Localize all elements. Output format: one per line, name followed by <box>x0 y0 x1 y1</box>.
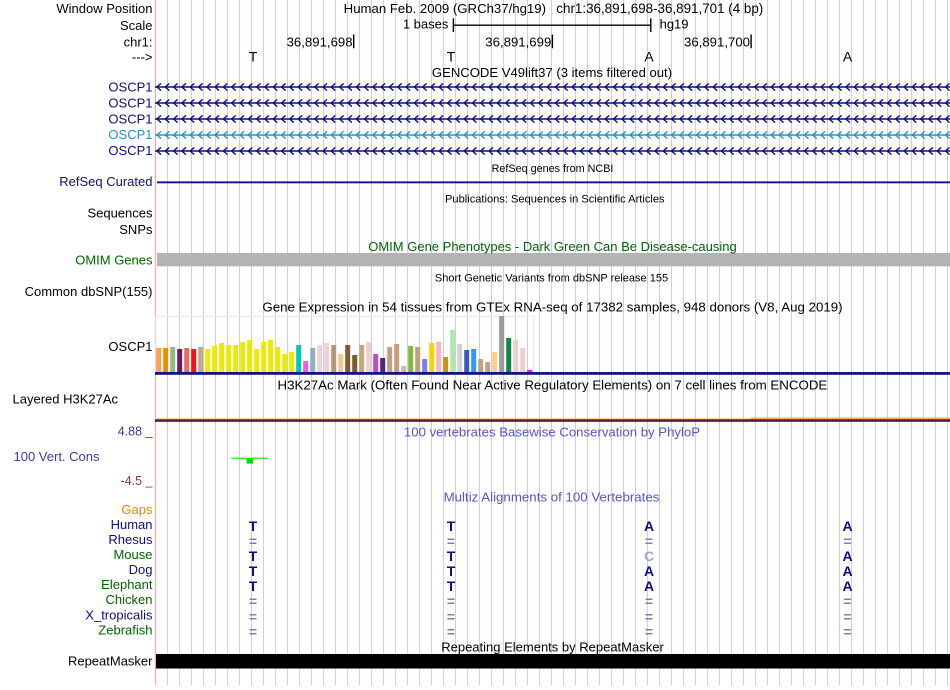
svg-text:A: A <box>842 518 852 534</box>
svg-text:=: = <box>843 593 851 609</box>
svg-text:OMIM Gene Phenotypes - Dark Gr: OMIM Gene Phenotypes - Dark Green Can Be… <box>368 239 737 254</box>
svg-text:=: = <box>447 609 455 625</box>
svg-text:Multiz Alignments of 100 Verte: Multiz Alignments of 100 Vertebrates <box>444 490 660 505</box>
svg-text:T: T <box>447 548 456 564</box>
svg-text:=: = <box>645 609 653 625</box>
svg-text:T: T <box>249 578 258 594</box>
svg-text:A: A <box>644 48 654 64</box>
svg-text:Publications: Sequences in Sci: Publications: Sequences in Scientific Ar… <box>445 194 665 206</box>
svg-text:1 bases: 1 bases <box>403 17 449 32</box>
svg-text:=: = <box>249 624 257 640</box>
svg-text:=: = <box>447 533 455 549</box>
svg-text:100 Vert. Cons: 100 Vert. Cons <box>14 449 100 464</box>
svg-text:=: = <box>447 624 455 640</box>
svg-text:chr1:: chr1: <box>124 34 153 49</box>
svg-text:36,891,698: 36,891,698 <box>287 34 353 49</box>
svg-text:Mouse: Mouse <box>113 547 152 562</box>
svg-text:Short Genetic Variants from db: Short Genetic Variants from dbSNP releas… <box>435 273 668 285</box>
svg-text:Zebrafish: Zebrafish <box>98 623 152 638</box>
svg-text:Sequences: Sequences <box>87 206 153 221</box>
svg-text:=: = <box>249 609 257 625</box>
svg-text:A: A <box>843 48 853 64</box>
svg-text:OSCP1: OSCP1 <box>108 95 152 110</box>
svg-text:36,891,700: 36,891,700 <box>684 34 750 49</box>
svg-text:Layered H3K27Ac: Layered H3K27Ac <box>13 392 119 407</box>
svg-text:36,891,699: 36,891,699 <box>485 34 551 49</box>
svg-text:=: = <box>645 533 653 549</box>
svg-text:OSCP1: OSCP1 <box>108 143 152 158</box>
svg-text:Human: Human <box>111 517 153 532</box>
svg-text:OMIM Genes: OMIM Genes <box>75 252 153 267</box>
svg-text:RefSeq genes from NCBI: RefSeq genes from NCBI <box>492 163 614 175</box>
svg-text:=: = <box>249 533 257 549</box>
svg-text:=: = <box>249 593 257 609</box>
svg-text:RepeatMasker: RepeatMasker <box>68 653 153 668</box>
svg-text:T: T <box>249 563 258 579</box>
svg-text:Rhesus: Rhesus <box>108 532 153 547</box>
svg-text:OSCP1: OSCP1 <box>108 127 152 142</box>
svg-text:Repeating Elements by RepeatMa: Repeating Elements by RepeatMasker <box>441 640 664 655</box>
svg-text:A: A <box>842 548 852 564</box>
svg-text:T: T <box>447 563 456 579</box>
svg-text:-4.5 _: -4.5 _ <box>121 474 154 488</box>
svg-text:=: = <box>843 624 851 640</box>
svg-text:A: A <box>644 518 654 534</box>
svg-text:Dog: Dog <box>129 562 153 577</box>
svg-text:=: = <box>645 593 653 609</box>
svg-text:Scale: Scale <box>120 18 153 33</box>
svg-text:A: A <box>842 563 852 579</box>
svg-text:=: = <box>645 624 653 640</box>
svg-text:Chicken: Chicken <box>106 592 153 607</box>
svg-text:OSCP1: OSCP1 <box>108 79 152 94</box>
svg-text:=: = <box>843 609 851 625</box>
svg-text:A: A <box>644 563 654 579</box>
svg-text:Elephant: Elephant <box>101 577 153 592</box>
svg-text:OSCP1: OSCP1 <box>108 339 152 354</box>
svg-text:T: T <box>249 518 258 534</box>
svg-text:Gene Expression in 54 tissues: Gene Expression in 54 tissues from GTEx … <box>262 299 842 314</box>
svg-text:A: A <box>644 578 654 594</box>
svg-text:Common dbSNP(155): Common dbSNP(155) <box>25 284 153 299</box>
svg-text:100 vertebrates Basewise Conse: 100 vertebrates Basewise Conservation by… <box>404 425 700 440</box>
svg-text:Human Feb. 2009 (GRCh37/hg19): Human Feb. 2009 (GRCh37/hg19) <box>344 1 546 16</box>
svg-text:H3K27Ac Mark (Often Found Near: H3K27Ac Mark (Often Found Near Active Re… <box>277 378 827 393</box>
svg-text:=: = <box>447 593 455 609</box>
svg-text:chr1:36,891,698-36,891,701 (4: chr1:36,891,698-36,891,701 (4 bp) <box>556 1 763 16</box>
svg-text:A: A <box>842 578 852 594</box>
svg-text:OSCP1: OSCP1 <box>108 111 152 126</box>
svg-text:RefSeq Curated: RefSeq Curated <box>59 174 152 189</box>
svg-text:--->: ---> <box>132 50 153 65</box>
svg-text:T: T <box>249 48 258 64</box>
svg-text:GENCODE V49lift37 (3 items fil: GENCODE V49lift37 (3 items filtered out) <box>432 65 672 80</box>
svg-text:X_tropicalis: X_tropicalis <box>85 608 153 623</box>
svg-text:Gaps: Gaps <box>121 502 153 517</box>
svg-text:Window Position: Window Position <box>56 1 152 16</box>
svg-text:SNPs: SNPs <box>119 222 153 237</box>
svg-text:T: T <box>447 578 456 594</box>
svg-text:T: T <box>447 48 456 64</box>
svg-text:=: = <box>843 533 851 549</box>
svg-text:T: T <box>447 518 456 534</box>
svg-text:T: T <box>249 548 258 564</box>
svg-text:C: C <box>644 548 654 564</box>
svg-text:4.88 _: 4.88 _ <box>118 425 154 439</box>
svg-text:hg19: hg19 <box>660 17 689 32</box>
